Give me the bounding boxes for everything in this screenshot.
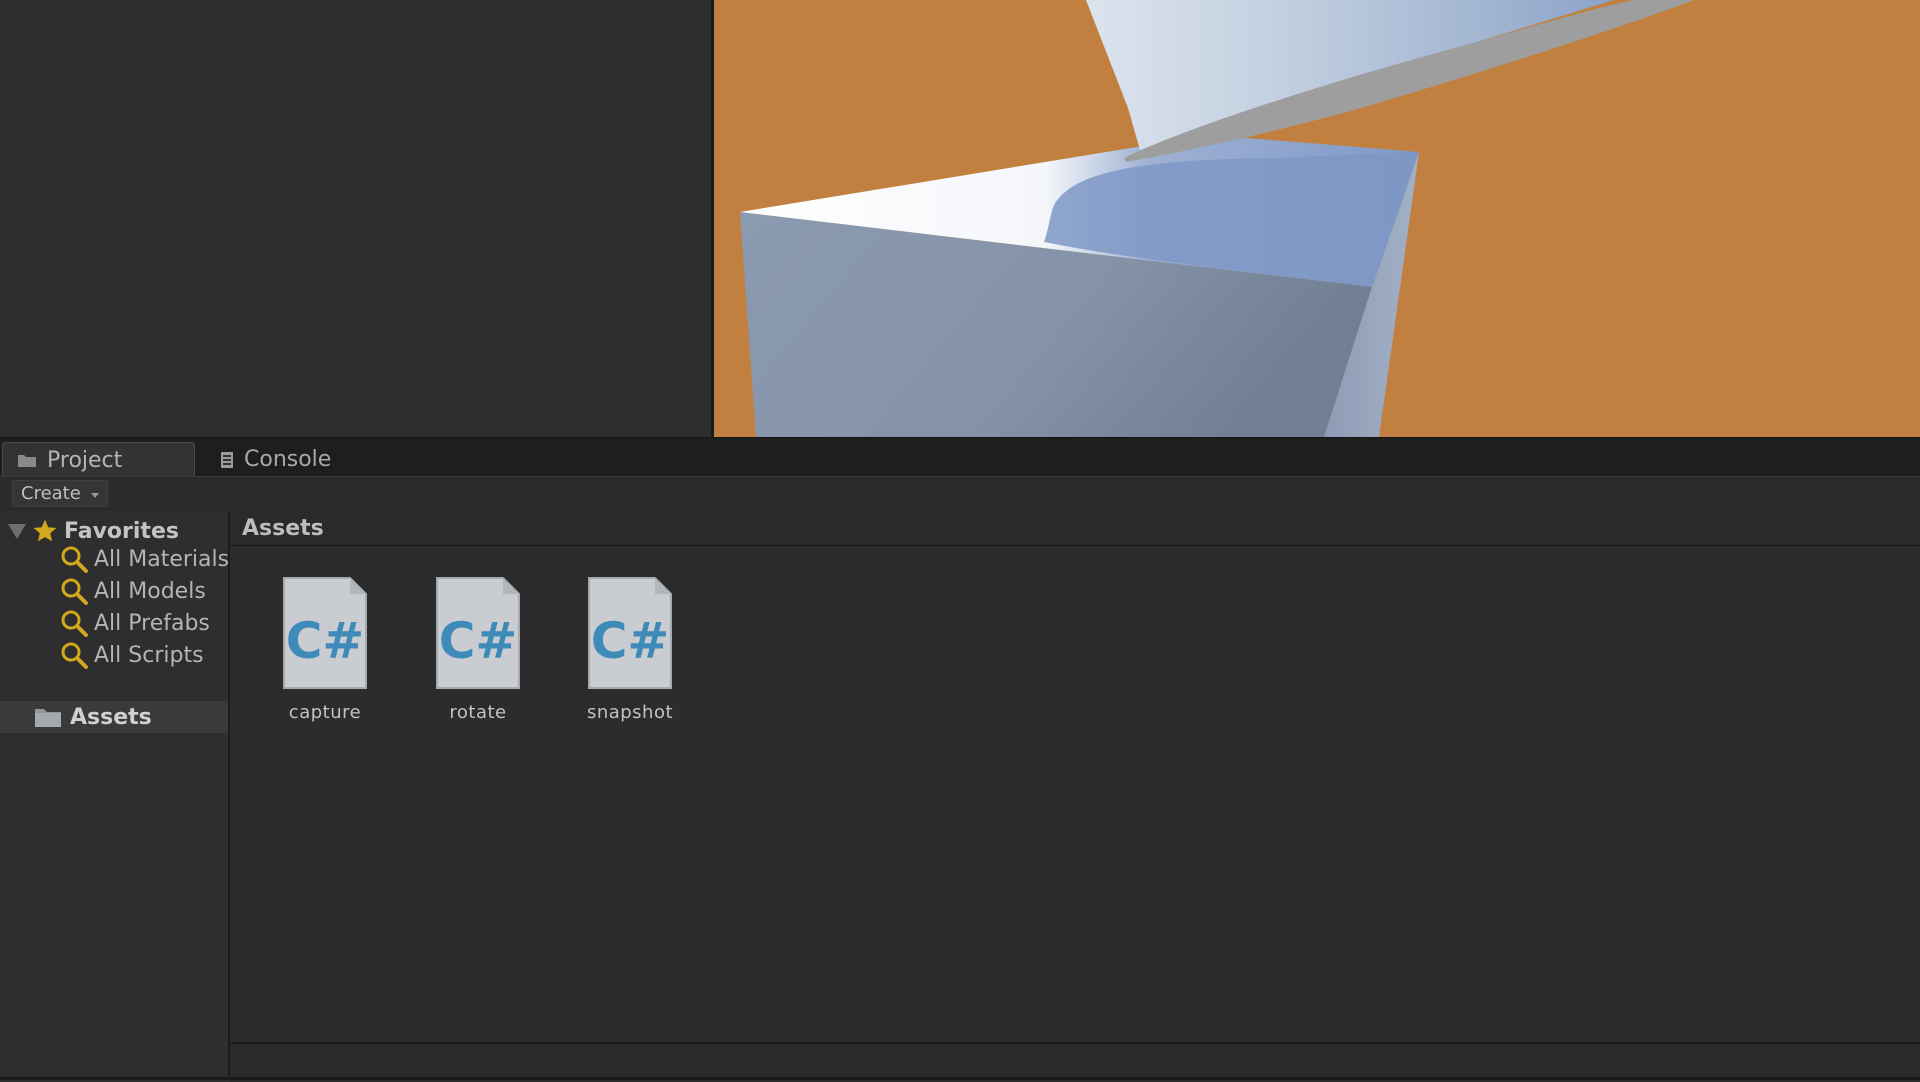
create-button-label: Create (21, 483, 81, 504)
status-bar (230, 1042, 1920, 1082)
sidebar-item-assets[interactable]: Assets (0, 701, 228, 733)
favorite-label: All Materials (94, 546, 230, 572)
search-icon (60, 577, 88, 605)
svg-text:C#: C# (591, 612, 670, 670)
favorites-label: Favorites (64, 518, 179, 544)
search-icon (60, 641, 88, 669)
project-sidebar: Favorites All Materials All Models All P… (0, 511, 230, 1080)
search-icon (60, 609, 88, 637)
favorite-label: All Models (94, 578, 206, 604)
svg-text:C#: C# (286, 612, 365, 670)
csharp-script-icon: C# (436, 577, 520, 689)
chevron-down-icon (90, 492, 99, 498)
breadcrumb: Assets (230, 511, 1920, 546)
favorite-all-scripts[interactable]: All Scripts (60, 640, 204, 670)
scene-viewport[interactable] (714, 0, 1920, 437)
favorite-all-prefabs[interactable]: All Prefabs (60, 608, 210, 638)
asset-name: snapshot (586, 702, 674, 723)
sidebar-item-label: Assets (70, 704, 152, 730)
favorite-all-models[interactable]: All Models (60, 576, 206, 606)
asset-name: rotate (449, 702, 507, 723)
favorite-all-materials[interactable]: All Materials (60, 544, 229, 574)
asset-item-capture[interactable]: C# capture (260, 576, 390, 723)
tab-project-label: Project (47, 447, 123, 473)
console-icon (220, 451, 234, 469)
scene-render (740, 0, 1694, 437)
expand-triangle-icon[interactable] (8, 523, 26, 539)
favorite-label: All Prefabs (94, 610, 210, 636)
tab-project[interactable]: Project (2, 442, 195, 477)
tab-bar: Project Console (0, 437, 1920, 477)
tab-console-label: Console (244, 447, 332, 472)
asset-item-rotate[interactable]: C# rotate (413, 576, 543, 723)
csharp-script-icon: C# (588, 577, 672, 689)
favorites-header[interactable]: Favorites (8, 516, 179, 546)
asset-name: capture (288, 702, 362, 723)
search-icon (60, 545, 88, 573)
project-toolbar: Create (0, 476, 1920, 512)
svg-text:C#: C# (439, 612, 518, 670)
breadcrumb-item[interactable]: Assets (242, 516, 324, 541)
asset-browser: Assets C# capture C# rotate C# snapshot (230, 511, 1920, 1082)
hierarchy-panel (0, 0, 711, 437)
favorite-label: All Scripts (94, 642, 204, 668)
tab-console[interactable]: Console (214, 442, 414, 477)
asset-item-snapshot[interactable]: C# snapshot (565, 576, 695, 723)
create-button[interactable]: Create (12, 480, 108, 507)
folder-icon (17, 452, 37, 468)
csharp-script-icon: C# (283, 577, 367, 689)
star-icon (32, 518, 58, 544)
folder-icon (34, 706, 62, 728)
